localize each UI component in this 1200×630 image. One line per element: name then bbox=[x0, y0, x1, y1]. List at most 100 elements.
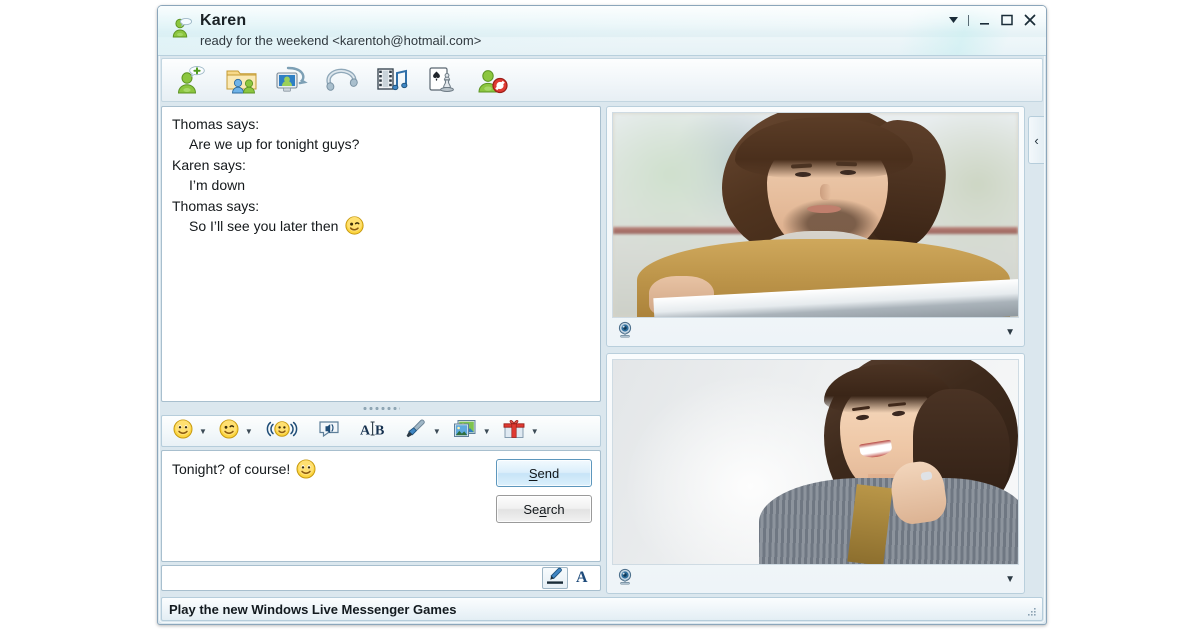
photo-icon bbox=[453, 419, 477, 444]
contact-name: Karen bbox=[200, 12, 247, 29]
wink-dropdown-caret-icon[interactable]: ▼ bbox=[245, 427, 253, 436]
window-body: Thomas says: Are we up for tonight guys?… bbox=[158, 102, 1046, 594]
chat-message: Thomas says: So I’ll see you later then bbox=[172, 196, 590, 241]
conversation-column: Thomas says: Are we up for tonight guys?… bbox=[161, 106, 601, 594]
message-sender: Thomas says: bbox=[172, 116, 260, 132]
speaker-icon bbox=[317, 419, 341, 444]
compose-area[interactable]: Tonight? of course! Send Search bbox=[161, 450, 601, 562]
games-button[interactable] bbox=[418, 61, 466, 99]
phone-call-icon bbox=[325, 65, 359, 95]
letter-a-icon: A bbox=[574, 567, 592, 590]
smiley-icon bbox=[173, 419, 193, 444]
window-separator bbox=[968, 14, 969, 26]
background-dropdown-caret-icon[interactable]: ▼ bbox=[433, 427, 441, 436]
gift-button[interactable] bbox=[498, 418, 530, 444]
maximize-button[interactable] bbox=[999, 12, 1015, 28]
background-button[interactable] bbox=[400, 418, 432, 444]
remote-video-frame bbox=[612, 112, 1019, 318]
video-call-icon bbox=[275, 65, 309, 95]
wink-button[interactable] bbox=[214, 418, 244, 444]
title-bar: Karen ready for the weekend <karentoh@ho… bbox=[158, 6, 1046, 56]
search-button-label: Search bbox=[523, 501, 565, 517]
compose-buttons: Send Search bbox=[496, 459, 592, 523]
message-text: Are we up for tonight guys? bbox=[189, 136, 360, 152]
font-ab-icon: A B bbox=[359, 419, 387, 444]
contact-status-line: ready for the weekend <karentoh@hotmail.… bbox=[200, 33, 482, 48]
ink-toolbar: A bbox=[161, 565, 601, 591]
sound-button[interactable] bbox=[312, 418, 346, 444]
splitter-grip-icon bbox=[362, 407, 400, 410]
text-mode-button[interactable]: A bbox=[570, 567, 596, 589]
message-sender: Thomas says: bbox=[172, 198, 260, 214]
svg-text:A: A bbox=[576, 569, 588, 585]
cards-chess-icon bbox=[425, 65, 459, 95]
emoticon-dropdown-caret-icon[interactable]: ▼ bbox=[199, 427, 207, 436]
film-music-icon bbox=[375, 65, 409, 95]
send-files-button[interactable] bbox=[218, 61, 266, 99]
chat-message: Karen says: I’m down bbox=[172, 155, 590, 196]
search-label-rest: rch bbox=[546, 501, 565, 517]
title-text-block: Karen ready for the weekend <karentoh@ho… bbox=[200, 11, 936, 50]
person-add-icon bbox=[175, 65, 209, 95]
block-contact-button[interactable] bbox=[468, 61, 516, 99]
chat-splitter[interactable] bbox=[161, 402, 601, 415]
nudge-button[interactable] bbox=[260, 418, 304, 444]
local-video-panel[interactable]: ▼ bbox=[606, 353, 1025, 594]
chevron-left-icon: ‹ bbox=[1034, 132, 1039, 148]
remote-video-controls: ▼ bbox=[612, 318, 1019, 346]
remote-video-panel[interactable]: ▼ bbox=[606, 106, 1025, 347]
video-column-wrapper: ▼ ▼ ‹ bbox=[606, 106, 1044, 594]
pen-icon bbox=[546, 567, 564, 590]
conversation-window: Karen ready for the weekend <karentoh@ho… bbox=[157, 5, 1047, 625]
collapse-panel-button[interactable]: ‹ bbox=[1028, 116, 1044, 164]
activities-button[interactable] bbox=[368, 61, 416, 99]
font-button[interactable]: A B bbox=[354, 418, 392, 444]
format-toolbar: ▼ ▼ A B ▼ ▼ ▼ bbox=[161, 415, 601, 447]
handwriting-button[interactable] bbox=[542, 567, 568, 589]
webcam-icon[interactable] bbox=[616, 568, 634, 591]
local-video-image bbox=[613, 360, 1018, 564]
smiley-icon bbox=[292, 459, 316, 482]
send-button[interactable]: Send bbox=[496, 459, 592, 487]
minimize-button[interactable] bbox=[976, 12, 992, 28]
contact-avatar-icon bbox=[170, 15, 196, 41]
menu-dropdown-button[interactable] bbox=[945, 12, 961, 28]
invite-contact-button[interactable] bbox=[168, 61, 216, 99]
chat-message: Thomas says: Are we up for tonight guys? bbox=[172, 114, 590, 155]
chat-history[interactable]: Thomas says: Are we up for tonight guys?… bbox=[161, 106, 601, 402]
close-button[interactable] bbox=[1022, 12, 1038, 28]
status-bar-text[interactable]: Play the new Windows Live Messenger Game… bbox=[169, 602, 456, 617]
person-block-icon bbox=[475, 65, 509, 95]
conversation-toolbar bbox=[161, 58, 1043, 102]
gift-icon bbox=[503, 419, 525, 444]
search-button[interactable]: Search bbox=[496, 495, 592, 523]
display-picture-button[interactable] bbox=[448, 418, 482, 444]
remote-video-image bbox=[613, 113, 1018, 317]
send-button-label: Send bbox=[528, 465, 560, 481]
resize-grip-icon[interactable] bbox=[1026, 604, 1037, 616]
svg-text:A: A bbox=[360, 423, 371, 438]
status-bar[interactable]: Play the new Windows Live Messenger Game… bbox=[161, 597, 1043, 621]
display-picture-dropdown-caret-icon[interactable]: ▼ bbox=[483, 427, 491, 436]
window-controls bbox=[945, 12, 1038, 28]
wink-smiley-icon bbox=[219, 419, 239, 444]
video-column: ▼ ▼ bbox=[606, 106, 1025, 594]
local-video-menu-button[interactable]: ▼ bbox=[1005, 574, 1015, 585]
video-call-button[interactable] bbox=[268, 61, 316, 99]
send-label-rest: end bbox=[537, 465, 560, 481]
webcam-icon[interactable] bbox=[616, 321, 634, 344]
paintbrush-icon bbox=[405, 418, 427, 444]
local-video-frame bbox=[612, 359, 1019, 565]
compose-value: Tonight? of course! bbox=[172, 461, 291, 477]
nudge-icon bbox=[265, 419, 299, 444]
wink-smiley-icon bbox=[341, 216, 364, 238]
message-text: I’m down bbox=[189, 177, 246, 193]
voice-call-button[interactable] bbox=[318, 61, 366, 99]
local-video-controls: ▼ bbox=[612, 565, 1019, 593]
gift-dropdown-caret-icon[interactable]: ▼ bbox=[531, 427, 539, 436]
remote-video-menu-button[interactable]: ▼ bbox=[1005, 327, 1015, 338]
svg-text:B: B bbox=[375, 423, 384, 438]
shared-folder-icon bbox=[225, 65, 259, 95]
emoticon-button[interactable] bbox=[168, 418, 198, 444]
message-sender: Karen says: bbox=[172, 157, 246, 173]
